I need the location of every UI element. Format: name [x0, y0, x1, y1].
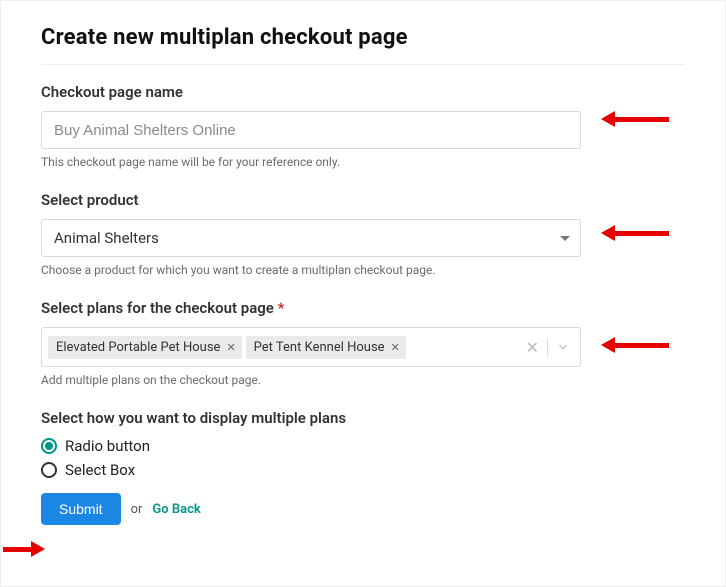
chevron-down-icon[interactable]: [556, 340, 570, 354]
checkout-name-input[interactable]: [41, 111, 581, 149]
plan-chip[interactable]: Elevated Portable Pet House ✕: [48, 336, 242, 359]
caret-down-icon: [560, 236, 570, 241]
plans-chip-list: Elevated Portable Pet House ✕ Pet Tent K…: [48, 336, 522, 359]
section-select-plans: Select plans for the checkout page * Ele…: [41, 299, 685, 387]
display-option-radio-label: Radio button: [65, 437, 150, 455]
plan-chip[interactable]: Pet Tent Kennel House ✕: [246, 336, 406, 359]
radio-unselected-icon: [41, 462, 57, 478]
section-checkout-name: Checkout page name This checkout page na…: [41, 83, 685, 169]
clear-all-icon[interactable]: ✕: [526, 338, 539, 357]
plans-label-text: Select plans for the checkout page: [41, 299, 274, 317]
name-label: Checkout page name: [41, 83, 685, 101]
product-hint: Choose a product for which you want to c…: [41, 263, 685, 277]
product-select[interactable]: Animal Shelters: [41, 219, 581, 257]
multiselect-controls: ✕: [526, 338, 574, 357]
form-container: Create new multiplan checkout page Check…: [0, 0, 726, 587]
display-option-selectbox-label: Select Box: [65, 461, 135, 479]
display-label: Select how you want to display multiple …: [41, 409, 685, 427]
vertical-divider: [547, 338, 548, 356]
chip-remove-icon[interactable]: ✕: [391, 341, 400, 354]
go-back-link[interactable]: Go Back: [152, 502, 200, 517]
chip-remove-icon[interactable]: ✕: [226, 341, 235, 354]
plans-hint: Add multiple plans on the checkout page.: [41, 373, 685, 387]
annotation-arrow-icon: [3, 541, 45, 557]
divider: [41, 64, 685, 65]
page-title: Create new multiplan checkout page: [41, 25, 685, 50]
plan-chip-label: Elevated Portable Pet House: [56, 340, 220, 355]
radio-selected-icon: [41, 438, 57, 454]
product-selected-text: Animal Shelters: [54, 229, 159, 247]
section-select-product: Select product Animal Shelters Choose a …: [41, 191, 685, 277]
section-display-style: Select how you want to display multiple …: [41, 409, 685, 479]
display-option-selectbox[interactable]: Select Box: [41, 461, 685, 479]
plans-label: Select plans for the checkout page *: [41, 299, 685, 317]
required-asterisk-icon: *: [278, 299, 285, 317]
display-option-radio[interactable]: Radio button: [41, 437, 685, 455]
name-hint: This checkout page name will be for your…: [41, 155, 685, 169]
submit-button[interactable]: Submit: [41, 493, 121, 525]
form-actions: Submit or Go Back: [41, 493, 685, 525]
plans-multiselect[interactable]: Elevated Portable Pet House ✕ Pet Tent K…: [41, 327, 581, 367]
plan-chip-label: Pet Tent Kennel House: [254, 340, 385, 355]
product-label: Select product: [41, 191, 685, 209]
or-text: or: [131, 502, 143, 517]
